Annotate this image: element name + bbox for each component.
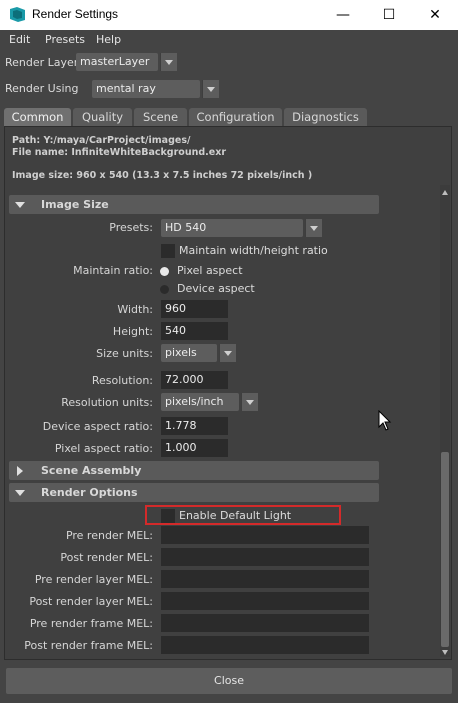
scroll-up-icon[interactable] [442,190,448,195]
scrollbar-thumb[interactable] [441,452,449,647]
resolution-units-label: Resolution units: [61,396,153,409]
post-render-frame-mel-label: Post render frame MEL: [24,639,153,652]
highlight-box [145,505,341,525]
height-field[interactable]: 540 [161,322,228,340]
window-title: Render Settings [32,7,119,21]
image-size-info: Image size: 960 x 540 (13.3 x 7.5 inches… [12,170,313,181]
maintain-wh-ratio-checkbox[interactable] [161,244,175,258]
tab-common[interactable]: Common [4,108,71,126]
close-icon[interactable]: ✕ [412,0,458,30]
file-name-info: File name: InfiniteWhiteBackground.exr [12,147,227,158]
tab-quality[interactable]: Quality [73,108,132,126]
resolution-label: Resolution: [91,374,153,387]
width-field[interactable]: 960 [161,300,228,318]
post-render-mel-label: Post render MEL: [60,551,153,564]
image-size-title: Image Size [41,198,109,211]
pre-render-frame-mel-label: Pre render frame MEL: [29,617,153,630]
render-options-title: Render Options [41,486,138,499]
height-label: Height: [112,325,153,338]
maintain-ratio-label: Maintain ratio: [73,264,153,277]
tab-diagnostics[interactable]: Diagnostics [284,108,367,126]
scroll-down-icon[interactable] [442,650,448,655]
device-aspect-ratio-label: Device aspect ratio: [42,420,153,433]
pixel-aspect-label: Pixel aspect [177,264,243,277]
post-render-layer-mel-field[interactable] [161,592,369,610]
render-using-dropdown[interactable]: mental ray [92,80,200,98]
chevron-down-icon[interactable] [15,490,25,496]
chevron-down-icon[interactable] [15,202,25,208]
tab-scene[interactable]: Scene [134,108,187,126]
pixel-aspect-ratio-field[interactable]: 1.000 [161,439,228,457]
menu-presets[interactable]: Presets [45,33,85,46]
pre-render-mel-label: Pre render MEL: [65,529,153,542]
chevron-down-icon[interactable] [241,393,258,411]
menu-help[interactable]: Help [96,33,121,46]
menu-edit[interactable]: Edit [9,33,30,46]
post-render-frame-mel-field[interactable] [161,636,369,654]
pixel-aspect-radio[interactable] [160,267,169,276]
width-label: Width: [117,303,153,316]
pixel-aspect-ratio-label: Pixel aspect ratio: [54,442,153,455]
scene-assembly-title: Scene Assembly [41,464,142,477]
size-units-dropdown[interactable]: pixels [161,344,217,362]
maya-app-icon [10,7,25,22]
chevron-down-icon[interactable] [305,219,322,237]
pre-render-mel-field[interactable] [161,526,369,544]
maintain-wh-ratio-label: Maintain width/height ratio [179,244,328,257]
triangle-right-icon[interactable] [17,466,23,476]
render-using-label: Render Using [5,82,79,95]
resolution-units-dropdown[interactable]: pixels/inch [161,393,239,411]
pre-render-layer-mel-field[interactable] [161,570,369,588]
close-button[interactable]: Close [6,668,452,694]
mouse-cursor-icon [378,410,392,431]
maximize-icon[interactable]: ☐ [366,0,412,30]
minimize-icon[interactable]: — [320,0,366,30]
pre-render-layer-mel-label: Pre render layer MEL: [34,573,153,586]
path-info: Path: Y:/maya/CarProject/images/ [12,135,191,146]
chevron-down-icon[interactable] [202,80,219,98]
post-render-layer-mel-label: Post render layer MEL: [29,595,153,608]
device-aspect-ratio-field[interactable]: 1.778 [161,417,228,435]
presets-dropdown[interactable]: HD 540 [161,219,303,237]
post-render-mel-field[interactable] [161,548,369,566]
device-aspect-radio[interactable] [160,285,169,294]
resolution-field[interactable]: 72.000 [161,371,228,389]
device-aspect-label: Device aspect [177,282,255,295]
render-layer-label: Render Layer [5,56,79,69]
render-layer-dropdown[interactable]: masterLayer [76,53,158,71]
presets-label: Presets: [109,221,153,234]
chevron-down-icon[interactable] [219,344,236,362]
size-units-label: Size units: [96,347,153,360]
chevron-down-icon[interactable] [160,53,177,71]
tab-configuration[interactable]: Configuration [189,108,282,126]
pre-render-frame-mel-field[interactable] [161,614,369,632]
